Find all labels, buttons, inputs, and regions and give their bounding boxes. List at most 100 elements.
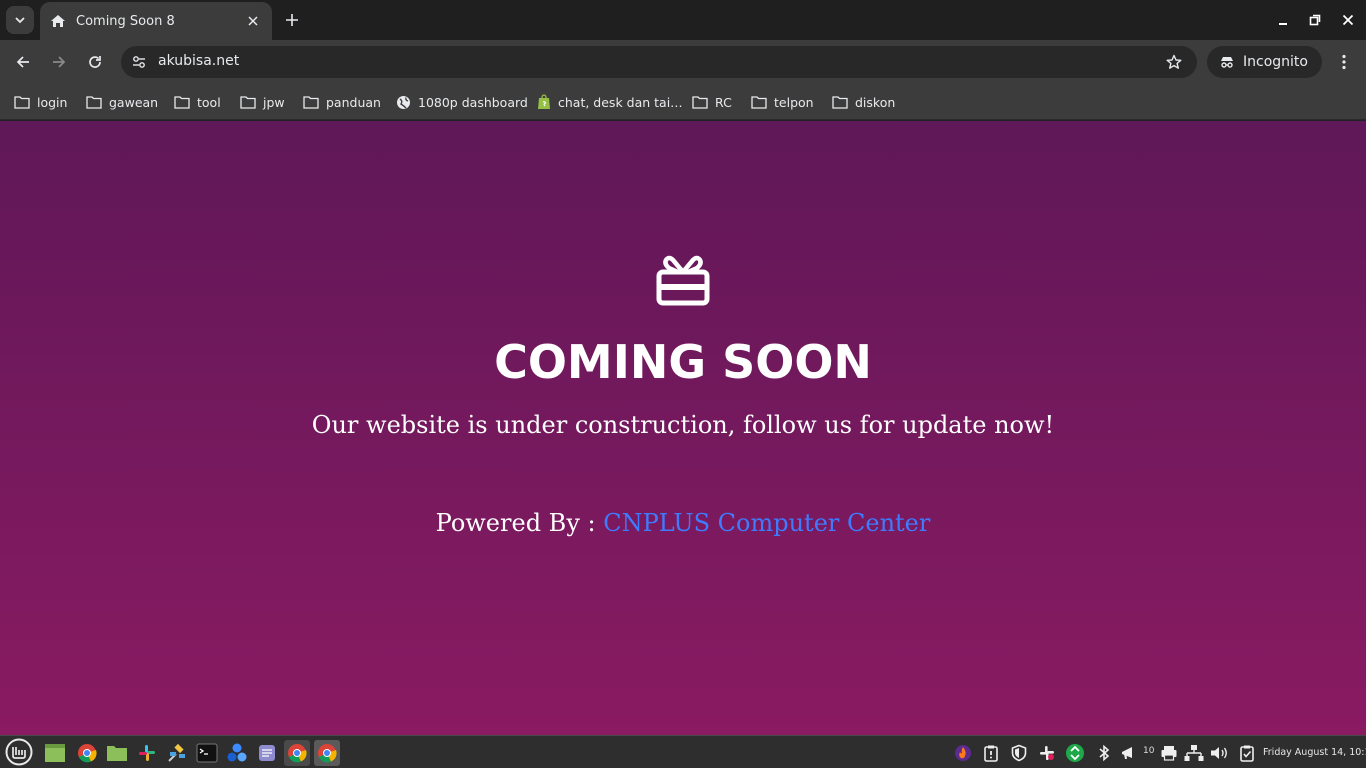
- chrome-icon: [288, 744, 307, 763]
- terminal-icon: [196, 743, 218, 763]
- tab-active[interactable]: Coming Soon 8: [40, 2, 272, 40]
- folder-icon: [303, 96, 319, 109]
- taskbar-bubbles-app[interactable]: [224, 740, 250, 766]
- bookmark-tool[interactable]: tool: [174, 92, 221, 112]
- arrow-left-icon: [16, 56, 29, 68]
- tab-close-button[interactable]: [244, 12, 262, 30]
- slack-icon: [139, 745, 155, 761]
- incognito-icon: [1221, 57, 1233, 68]
- close-window-button[interactable]: [1336, 8, 1360, 32]
- text-editor-icon: [259, 745, 275, 761]
- tray-flame-app[interactable]: [952, 742, 974, 764]
- more-vert-icon: [1342, 54, 1346, 70]
- page-title: COMING SOON: [494, 335, 872, 389]
- bookmark-chat-desk[interactable]: chat, desk dan tai…: [537, 92, 683, 112]
- reload-icon: [89, 56, 101, 68]
- chrome-icon: [318, 744, 337, 763]
- close-icon: [1342, 14, 1354, 26]
- browser-menu-button[interactable]: [1332, 50, 1356, 74]
- tray-volume[interactable]: [1208, 742, 1230, 764]
- arrow-right-icon: [53, 56, 66, 68]
- chrome-icon: [78, 744, 97, 763]
- taskbar-files[interactable]: [104, 740, 130, 766]
- restore-icon: [1309, 14, 1321, 26]
- shopify-icon: [538, 94, 550, 109]
- new-tab-button[interactable]: [280, 8, 304, 32]
- tab-search-button[interactable]: [6, 6, 34, 34]
- taskbar-chrome[interactable]: [74, 740, 100, 766]
- bookmark-panduan[interactable]: panduan: [303, 92, 381, 112]
- shield-icon: [1011, 744, 1027, 762]
- bookmark-gawean[interactable]: gawean: [86, 92, 158, 112]
- maximize-button[interactable]: [1303, 8, 1327, 32]
- bookmarks-bar: login gawean tool jpw panduan 1080p dash…: [0, 84, 1366, 120]
- close-icon: [248, 16, 258, 26]
- taskbar-slack[interactable]: [134, 740, 160, 766]
- desktop-icon: [45, 744, 65, 762]
- reload-button[interactable]: [81, 48, 109, 76]
- folder-icon: [832, 96, 848, 109]
- tray-update-notifier[interactable]: [980, 742, 1002, 764]
- tray-network[interactable]: [1183, 742, 1205, 764]
- site-info-button[interactable]: [127, 50, 151, 74]
- taskbar-satellite-app[interactable]: [164, 740, 190, 766]
- tab-strip: Coming Soon 8: [0, 0, 1366, 40]
- globe-icon: [397, 95, 410, 109]
- tab-title: Coming Soon 8: [76, 13, 175, 29]
- forward-button[interactable]: [45, 48, 73, 76]
- back-button[interactable]: [9, 48, 37, 76]
- folder-icon: [692, 96, 708, 109]
- url-text: akubisa.net: [158, 53, 240, 69]
- bookmark-rc[interactable]: RC: [692, 92, 732, 112]
- browser-toolbar: akubisa.net Incognito: [0, 40, 1366, 84]
- powered-by-label: Powered By :: [435, 509, 596, 537]
- address-bar[interactable]: akubisa.net: [121, 46, 1197, 78]
- taskbar-show-desktop[interactable]: [42, 740, 68, 766]
- folder-icon: [107, 746, 127, 761]
- star-icon: [1166, 54, 1182, 69]
- bookmark-jpw[interactable]: jpw: [240, 92, 285, 112]
- slack-icon: [1040, 746, 1054, 760]
- folder-icon: [751, 96, 767, 109]
- printer-icon: [1161, 746, 1177, 761]
- taskbar-chrome-window-1[interactable]: [284, 740, 310, 766]
- volume-icon: [1211, 747, 1227, 759]
- bookmark-1080p-dashboard[interactable]: 1080p dashboard: [396, 92, 528, 112]
- network-icon: [1184, 745, 1204, 761]
- taskbar: 10 Friday August 14, 10:12: [0, 735, 1366, 768]
- taskbar-text-editor[interactable]: [254, 740, 280, 766]
- tray-notifications[interactable]: [1118, 742, 1140, 764]
- bookmark-telpon[interactable]: telpon: [751, 92, 814, 112]
- tray-shield[interactable]: [1008, 742, 1030, 764]
- bookmark-login[interactable]: login: [14, 92, 67, 112]
- folder-icon: [174, 96, 190, 109]
- incognito-indicator[interactable]: Incognito: [1207, 46, 1322, 78]
- powered-by: Powered By : CNPLUS Computer Center: [0, 509, 1366, 537]
- minimize-icon: [1279, 23, 1287, 25]
- plus-icon: [286, 14, 298, 26]
- clipboard-check-icon: [1240, 745, 1254, 762]
- clipboard-alert-icon: [984, 745, 998, 762]
- powered-by-link[interactable]: CNPLUS Computer Center: [603, 509, 930, 537]
- tray-clipboard[interactable]: [1236, 742, 1258, 764]
- megaphone-icon: [1122, 747, 1132, 759]
- satellite-icon: [168, 743, 185, 762]
- tray-bluetooth[interactable]: [1093, 742, 1115, 764]
- start-menu-button[interactable]: [4, 737, 34, 767]
- bookmark-diskon[interactable]: diskon: [832, 92, 895, 112]
- taskbar-chrome-window-2[interactable]: [314, 740, 340, 766]
- taskbar-terminal[interactable]: [194, 740, 220, 766]
- tray-slack[interactable]: [1036, 742, 1058, 764]
- gift-card-icon: [656, 255, 710, 306]
- minimize-button[interactable]: [1271, 8, 1295, 32]
- mint-logo-icon: [5, 738, 33, 766]
- tray-sync[interactable]: [1064, 742, 1086, 764]
- bluetooth-icon: [1099, 744, 1110, 762]
- taskbar-clock[interactable]: Friday August 14, 10:12: [1263, 747, 1366, 758]
- chevron-down-icon: [15, 17, 25, 24]
- tray-printer[interactable]: [1158, 742, 1180, 764]
- circles-icon: [227, 743, 247, 762]
- page-content: COMING SOON Our website is under constru…: [0, 121, 1366, 735]
- folder-icon: [86, 96, 102, 109]
- bookmark-star-button[interactable]: [1163, 51, 1185, 73]
